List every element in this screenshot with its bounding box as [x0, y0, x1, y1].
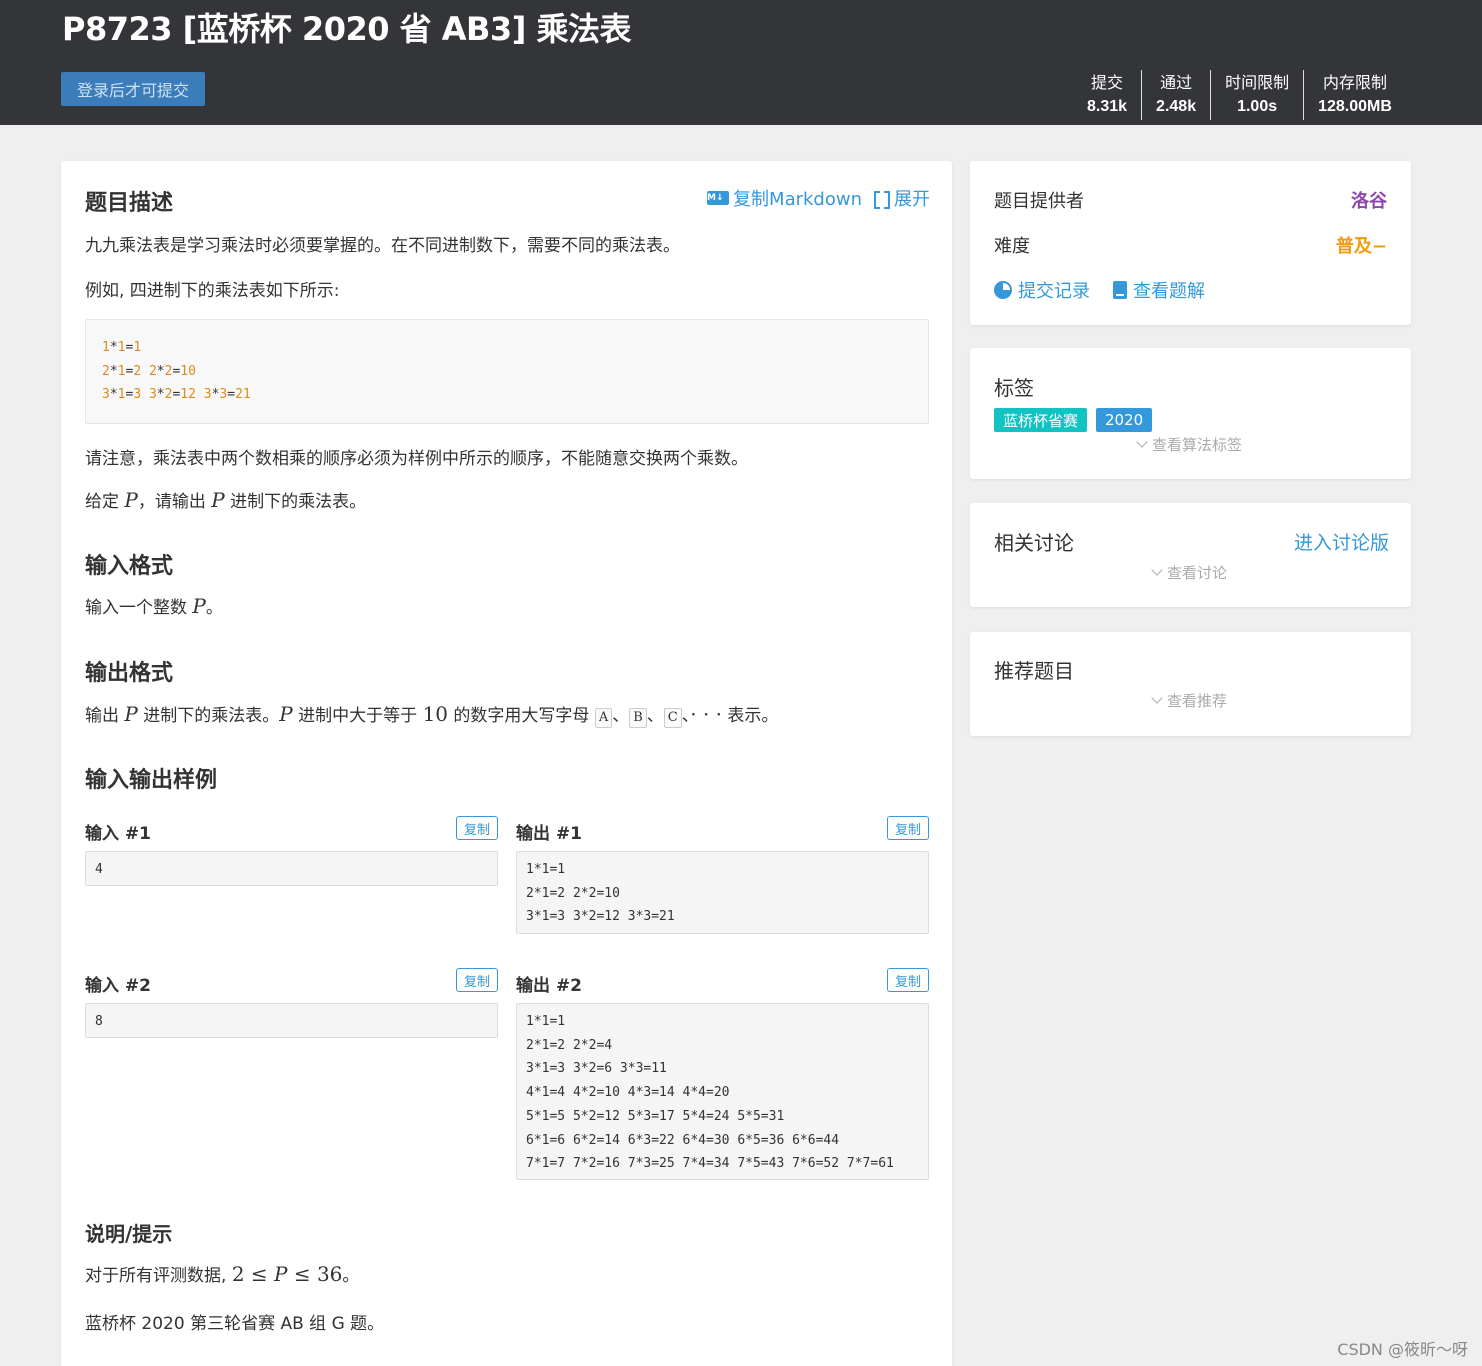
recommend-card: 推荐题目 查看推荐: [970, 632, 1411, 736]
solutions-link[interactable]: 查看题解: [1113, 277, 1205, 303]
expand-icon: [874, 190, 890, 209]
sample-1-output-label: 输出 #1: [516, 824, 582, 844]
copy-output-2-button[interactable]: 复制: [887, 968, 929, 992]
sample-1-output: 1*1=1 2*1=2 2*2=10 3*1=3 3*2=12 3*3=21: [516, 851, 929, 934]
provider-value[interactable]: 洛谷: [1351, 187, 1387, 213]
chevron-down-icon: [1136, 436, 1148, 448]
tags-title: 标签: [994, 376, 1034, 400]
view-recommend-link[interactable]: 查看推荐: [1151, 690, 1227, 711]
stat-time-limit: 时间限制 1.00s: [1210, 70, 1303, 120]
markdown-icon: M↓: [707, 191, 730, 205]
difficulty-value: 普及−: [1335, 236, 1387, 257]
sample-2-output: 1*1=1 2*1=2 2*2=4 3*1=3 3*2=6 3*3=11 4*1…: [516, 1003, 929, 1180]
provider-label: 题目提供者: [994, 191, 1084, 212]
stat-memory-limit: 内存限制 128.00MB: [1303, 70, 1406, 120]
copy-markdown-link[interactable]: M↓ 复制Markdown: [707, 185, 862, 211]
hint-text-1: 对于所有评测数据, 2 ≤ P ≤ 36。: [85, 1262, 360, 1286]
chevron-down-icon: [1151, 564, 1163, 576]
description-p2: 例如, 四进制下的乘法表如下所示:: [85, 281, 340, 301]
pie-chart-icon: [994, 281, 1012, 299]
expand-link[interactable]: 展开: [874, 185, 930, 211]
difficulty-label: 难度: [994, 236, 1030, 257]
hint-text-2: 蓝桥杯 2020 第三轮省赛 AB 组 G 题。: [85, 1314, 385, 1334]
watermark: CSDN @筱昕～呀: [1337, 1340, 1468, 1359]
problem-card: 题目描述 M↓ 复制Markdown 展开 九九乘法表是学习乘法时必须要掌握的。…: [61, 161, 952, 1366]
discuss-card: 相关讨论 进入讨论版 查看讨论: [970, 503, 1411, 607]
example-code-block: 1*1=1 2*1=2 2*2=10 3*1=3 3*2=12 3*3=21: [85, 319, 929, 424]
problem-actions: M↓ 复制Markdown 展开: [707, 185, 930, 211]
chevron-down-icon: [1151, 692, 1163, 704]
code-line: 2*1=2 2*2=10: [102, 363, 196, 379]
output-format-heading: 输出格式: [85, 661, 174, 686]
tag-2020[interactable]: 2020: [1096, 408, 1153, 432]
code-lines: 1*1=1 2*1=2 2*2=10 3*1=3 3*2=12 3*3=21: [102, 336, 912, 407]
discuss-title: 相关讨论: [994, 531, 1074, 555]
recommend-title: 推荐题目: [994, 659, 1074, 683]
info-card: 题目提供者 洛谷 难度 普及− 提交记录 查看题解: [970, 161, 1411, 325]
input-format-heading: 输入格式: [85, 554, 174, 579]
code-line: 1*1=1: [102, 340, 142, 355]
sample-1-input: 4: [85, 851, 498, 886]
description-heading: 题目描述: [85, 191, 174, 216]
tag-lanqiao[interactable]: 蓝桥杯省赛: [994, 408, 1088, 432]
page-title: P8723 [蓝桥杯 2020 省 AB3] 乘法表: [62, 10, 631, 48]
description-p4: 给定 P，请输出 P 进制下的乘法表。: [85, 488, 367, 512]
stats-bar: 提交 8.31k 通过 2.48k 时间限制 1.00s 内存限制 128.00…: [1073, 70, 1406, 120]
description-p1: 九九乘法表是学习乘法时必须要掌握的。在不同进制数下，需要不同的乘法表。: [85, 236, 680, 256]
enter-discuss-link[interactable]: 进入讨论版: [1294, 528, 1389, 555]
top-header: P8723 [蓝桥杯 2020 省 AB3] 乘法表 登录后才可提交 提交 8.…: [0, 0, 1482, 125]
samples-heading: 输入输出样例: [85, 768, 218, 793]
tags-card: 标签 蓝桥杯省赛 2020 查看算法标签: [970, 348, 1411, 479]
submit-button[interactable]: 登录后才可提交: [61, 72, 205, 106]
sample-2-output-label: 输出 #2: [516, 976, 582, 996]
sample-1-input-label: 输入 #1: [85, 824, 151, 844]
view-algo-tags-link[interactable]: 查看算法标签: [1136, 434, 1242, 455]
input-format-text: 输入一个整数 P。: [85, 594, 223, 618]
book-icon: [1113, 281, 1127, 299]
description-p3: 请注意，乘法表中两个数相乘的顺序必须为样例中所示的顺序，不能随意交换两个乘数。: [85, 449, 748, 469]
code-line: 3*1=3 3*2=12 3*3=21: [102, 387, 251, 402]
copy-output-1-button[interactable]: 复制: [887, 816, 929, 840]
sample-2-input: 8: [85, 1003, 498, 1038]
copy-input-1-button[interactable]: 复制: [456, 816, 498, 840]
copy-input-2-button[interactable]: 复制: [456, 968, 498, 992]
stat-accepted: 通过 2.48k: [1141, 70, 1210, 120]
hint-heading: 说明/提示: [85, 1222, 173, 1246]
output-format-text: 输出 P 进制下的乘法表。P 进制中大于等于 10 的数字用大写字母 A、 B、 C…: [85, 702, 779, 728]
stat-submissions: 提交 8.31k: [1087, 73, 1128, 115]
view-discuss-link[interactable]: 查看讨论: [1151, 562, 1227, 583]
sample-2-input-label: 输入 #2: [85, 976, 151, 996]
submit-records-link[interactable]: 提交记录: [994, 277, 1090, 303]
